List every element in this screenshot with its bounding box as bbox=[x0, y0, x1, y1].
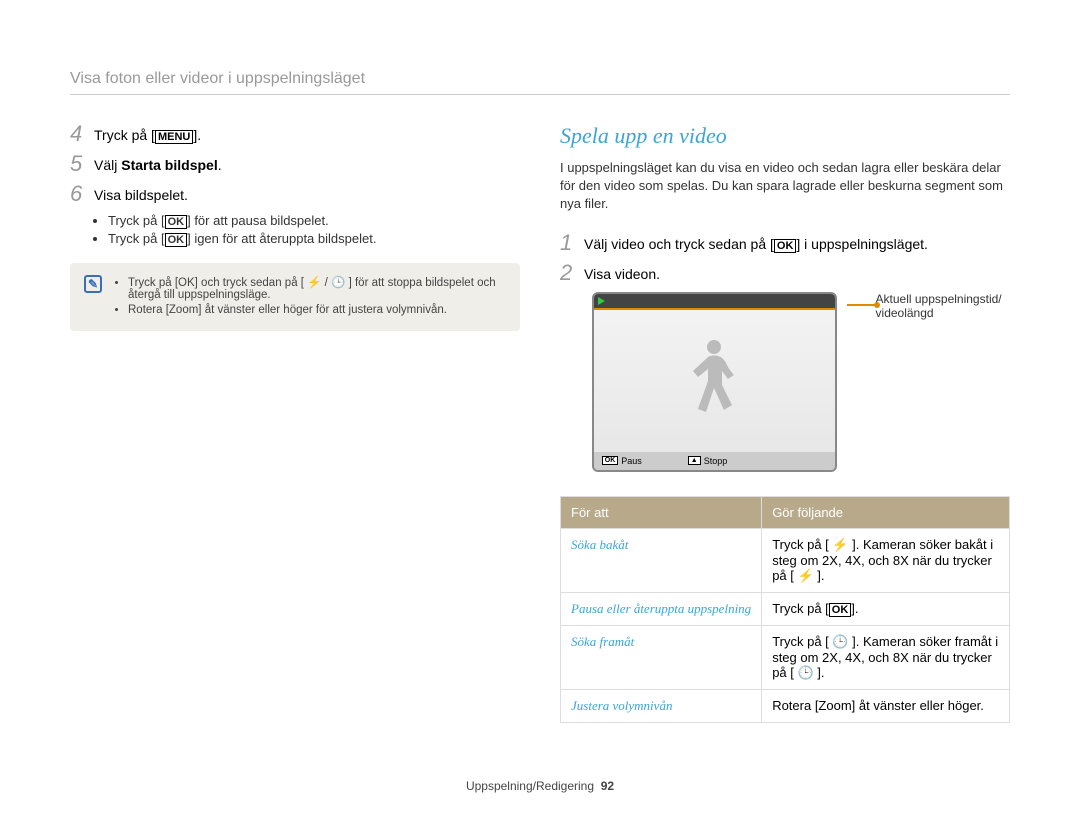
page-footer: Uppspelning/Redigering 92 bbox=[0, 779, 1080, 793]
step-5-pre: Välj bbox=[94, 157, 121, 173]
row-desc: Rotera [Zoom] åt vänster eller höger. bbox=[762, 689, 1010, 722]
dancer-silhouette bbox=[684, 335, 744, 435]
ok-button-label: OK bbox=[774, 239, 797, 253]
table-row: Pausa eller återuppta uppspelning Tryck … bbox=[561, 592, 1010, 625]
left-column: 4 Tryck på [MENU]. 5 Välj Starta bildspe… bbox=[70, 123, 520, 723]
player-topbar bbox=[594, 294, 835, 310]
step-number: 6 bbox=[70, 183, 94, 205]
step-5-bold: Starta bildspel bbox=[121, 157, 217, 173]
table-row: Justera volymnivån Rotera [Zoom] åt väns… bbox=[561, 689, 1010, 722]
section-intro: I uppspelningsläget kan du visa en video… bbox=[560, 159, 1010, 214]
step-4: 4 Tryck på [MENU]. bbox=[70, 123, 520, 145]
ok-button-label: OK bbox=[165, 233, 188, 247]
menu-button-label: MENU bbox=[155, 130, 193, 144]
step-number: 5 bbox=[70, 153, 94, 175]
table-header-action: För att bbox=[561, 496, 762, 528]
stop-label: Stopp bbox=[704, 456, 728, 466]
note-line-1: Tryck på [OK] och tryck sedan på [ ⚡ / 🕒… bbox=[128, 275, 506, 301]
row-desc: Tryck på [ 🕒 ]. Kameran söker framåt i s… bbox=[762, 625, 1010, 689]
row-action: Söka bakåt bbox=[561, 528, 762, 592]
right-column: Spela upp en video I uppspelningsläget k… bbox=[560, 123, 1010, 723]
step-5-post: . bbox=[218, 157, 222, 173]
ok-button-label: OK bbox=[165, 215, 188, 229]
callout-line bbox=[847, 304, 876, 306]
timecode bbox=[829, 296, 831, 305]
play-icon bbox=[598, 297, 605, 305]
note-icon: ✎ bbox=[84, 275, 102, 293]
breadcrumb: Visa foton eller videor i uppspelningslä… bbox=[70, 70, 1010, 95]
row-action: Pausa eller återuppta uppspelning bbox=[561, 592, 762, 625]
step-number: 2 bbox=[560, 262, 584, 284]
ok-button-label: OK bbox=[829, 603, 852, 617]
sub-bullets: Tryck på [OK] för att pausa bildspelet. … bbox=[70, 213, 520, 247]
step-1: 1 Välj video och tryck sedan på [OK] i u… bbox=[560, 232, 1010, 254]
up-mini-btn: ▲ bbox=[688, 456, 701, 465]
row-action: Söka framåt bbox=[561, 625, 762, 689]
table-row: Söka bakåt Tryck på [ ⚡ ]. Kameran söker… bbox=[561, 528, 1010, 592]
player-bottombar: OK Paus ▲ Stopp bbox=[594, 452, 835, 470]
row-action: Justera volymnivån bbox=[561, 689, 762, 722]
video-player-preview: OK Paus ▲ Stopp bbox=[592, 292, 837, 472]
table-header-desc: Gör följande bbox=[762, 496, 1010, 528]
pause-label: Paus bbox=[621, 456, 642, 466]
step-6-text: Visa bildspelet. bbox=[94, 183, 188, 203]
table-row: Söka framåt Tryck på [ 🕒 ]. Kameran söke… bbox=[561, 625, 1010, 689]
note-line-2: Rotera [Zoom] åt vänster eller höger för… bbox=[128, 304, 506, 316]
row-desc: Tryck på [ ⚡ ]. Kameran söker bakåt i st… bbox=[762, 528, 1010, 592]
callout-text: Aktuell uppspelningstid/ videolängd bbox=[876, 292, 1010, 320]
step-number: 1 bbox=[560, 232, 584, 254]
step-4-pre: Tryck på [ bbox=[94, 127, 155, 143]
action-table: För att Gör följande Söka bakåt Tryck på… bbox=[560, 496, 1010, 723]
step-6: 6 Visa bildspelet. bbox=[70, 183, 520, 205]
note-box: ✎ Tryck på [OK] och tryck sedan på [ ⚡ /… bbox=[70, 263, 520, 331]
step-4-post: ]. bbox=[193, 127, 201, 143]
step-number: 4 bbox=[70, 123, 94, 145]
ok-mini-btn: OK bbox=[602, 456, 619, 465]
row-desc: Tryck på [OK]. bbox=[762, 592, 1010, 625]
section-heading: Spela upp en video bbox=[560, 123, 1010, 149]
step-2: 2 Visa videon. bbox=[560, 262, 1010, 284]
step-5: 5 Välj Starta bildspel. bbox=[70, 153, 520, 175]
